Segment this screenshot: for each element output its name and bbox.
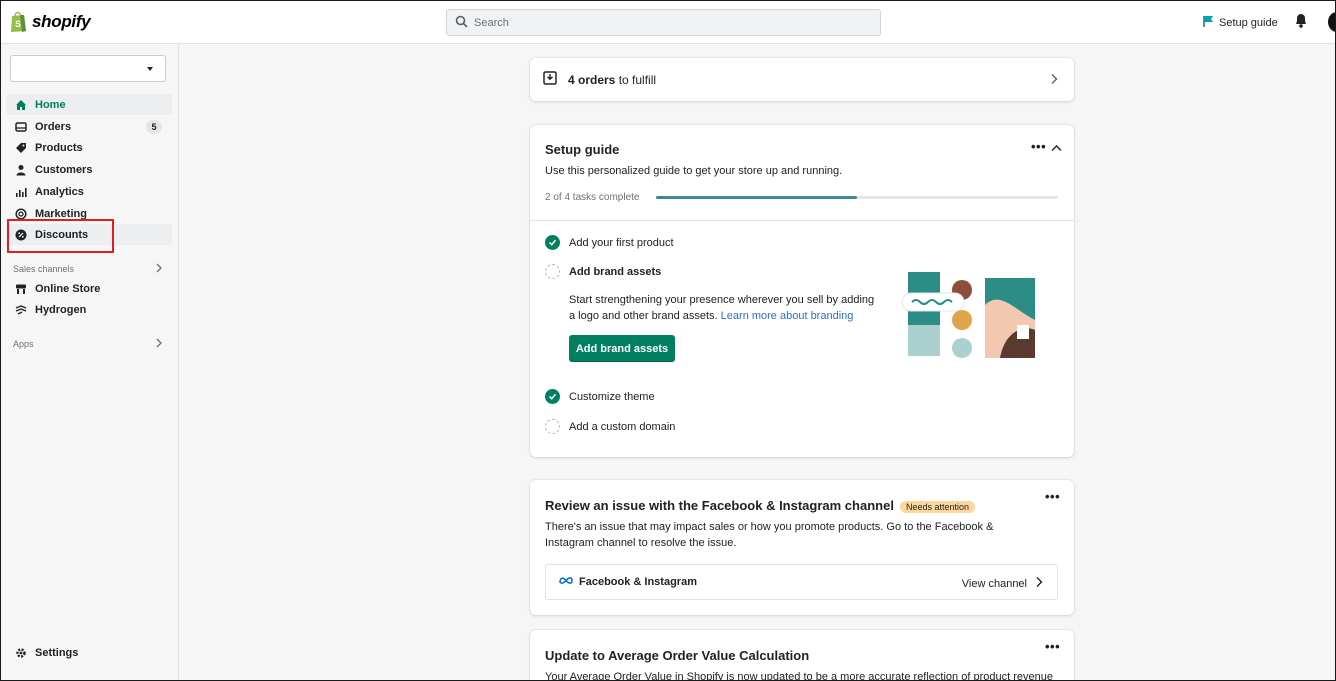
learn-more-branding-link[interactable]: Learn more about branding <box>721 310 854 322</box>
setup-guide-description: Use this personalized guide to get your … <box>545 165 843 177</box>
search-input[interactable]: Search <box>446 9 881 36</box>
tag-icon <box>15 142 27 154</box>
sidebar-item-label: Marketing <box>35 207 87 220</box>
dashed-circle-icon <box>545 419 560 434</box>
sidebar-item-label: Settings <box>35 646 79 659</box>
view-channel-link[interactable]: View channel <box>962 576 1043 591</box>
sidebar-item-hydrogen[interactable]: Hydrogen <box>6 299 172 320</box>
divider <box>530 220 1074 221</box>
progress-fill <box>656 196 857 199</box>
store-icon <box>15 283 27 295</box>
chevron-right-icon <box>155 263 163 275</box>
shopify-logo[interactable]: S shopify <box>10 11 91 33</box>
chevron-right-icon <box>155 338 163 350</box>
shopify-bag-icon: S <box>10 11 28 33</box>
sidebar-item-home[interactable]: Home <box>6 94 172 115</box>
task-add-brand-assets[interactable]: Add brand assets <box>545 264 661 279</box>
brand-assets-illustration <box>900 270 1045 358</box>
chevron-right-icon <box>1050 73 1058 88</box>
aov-title: Update to Average Order Value Calculatio… <box>545 648 810 663</box>
target-icon <box>15 207 27 220</box>
sales-channels-label: Sales channels <box>13 264 75 274</box>
orders-count-badge: 5 <box>146 120 162 134</box>
facebook-issue-title-text: Review an issue with the Facebook & Inst… <box>545 498 894 513</box>
sidebar-item-label: Home <box>35 98 66 111</box>
check-circle-icon <box>545 235 560 250</box>
facebook-issue-description: There's an issue that may impact sales o… <box>545 521 994 549</box>
sidebar-item-orders[interactable]: Orders 5 <box>6 116 172 137</box>
chevron-up-icon[interactable] <box>1051 143 1062 155</box>
sidebar-item-settings[interactable]: Settings <box>6 642 172 663</box>
channel-name: Facebook & Instagram <box>579 576 697 588</box>
more-actions-icon[interactable]: ••• <box>1045 489 1060 504</box>
sidebar-item-online-store[interactable]: Online Store <box>6 278 172 299</box>
bell-icon[interactable] <box>1294 13 1308 32</box>
sidebar-item-label: Products <box>35 141 83 154</box>
task-label: Add your first product <box>569 236 674 249</box>
svg-text:S: S <box>15 19 21 29</box>
task-label: Customize theme <box>569 390 655 403</box>
sidebar-item-label: Orders <box>35 120 72 133</box>
apps-header[interactable]: Apps <box>13 338 163 350</box>
progress-text: 2 of 4 tasks complete <box>545 192 640 203</box>
setup-guide-title: Setup guide <box>545 142 620 157</box>
task-label: Add a custom domain <box>569 420 676 433</box>
sidebar-item-products[interactable]: Products <box>6 137 172 158</box>
orders-icon <box>15 121 27 133</box>
flag-icon <box>1202 15 1214 30</box>
more-actions-icon[interactable]: ••• <box>1031 139 1046 154</box>
aov-update-card: ••• Update to Average Order Value Calcul… <box>530 630 1074 681</box>
download-icon <box>543 71 557 88</box>
sidebar: Home Orders 5 Products Customers Analyti… <box>0 44 179 681</box>
search-placeholder: Search <box>474 16 509 29</box>
more-actions-icon[interactable]: ••• <box>1045 639 1060 654</box>
hydrogen-icon <box>15 304 27 316</box>
apps-label: Apps <box>13 339 34 349</box>
sidebar-item-label: Online Store <box>35 282 101 295</box>
check-circle-icon <box>545 389 560 404</box>
aov-description: Your Average Order Value in Shopify is n… <box>545 671 1053 681</box>
logo-text: shopify <box>32 12 91 31</box>
avatar[interactable] <box>1328 12 1336 32</box>
setup-guide-label: Setup guide <box>1219 16 1278 29</box>
search-icon <box>455 15 468 31</box>
task-add-custom-domain[interactable]: Add a custom domain <box>545 419 675 434</box>
sidebar-item-label: Customers <box>35 163 93 176</box>
dashed-circle-icon <box>545 264 560 279</box>
sidebar-item-label: Analytics <box>35 185 84 198</box>
facebook-issue-card: ••• Review an issue with the Facebook & … <box>530 480 1074 615</box>
orders-suffix-text: to fulfill <box>618 72 657 87</box>
sales-channels-header[interactable]: Sales channels <box>13 263 163 275</box>
sidebar-item-label: Hydrogen <box>35 303 87 316</box>
view-channel-label: View channel <box>961 577 1027 590</box>
sidebar-item-analytics[interactable]: Analytics <box>6 181 172 202</box>
task-add-first-product[interactable]: Add your first product <box>545 235 674 250</box>
chevron-right-icon <box>1035 576 1043 591</box>
gear-icon <box>15 647 27 659</box>
person-icon <box>15 164 27 176</box>
facebook-channel-row[interactable]: Facebook & Instagram View channel <box>545 564 1058 600</box>
setup-guide-card: Setup guide ••• Use this personalized gu… <box>530 125 1074 457</box>
chevron-down-icon <box>147 67 153 71</box>
meta-icon <box>559 576 573 588</box>
store-selector[interactable] <box>10 55 166 82</box>
orders-to-fulfill-card[interactable]: 4 orders to fulfill <box>530 58 1074 101</box>
analytics-icon <box>15 186 27 198</box>
home-icon <box>15 99 27 111</box>
progress-bar <box>656 196 1058 199</box>
task-customize-theme[interactable]: Customize theme <box>545 389 655 404</box>
setup-guide-link[interactable]: Setup guide <box>1202 15 1278 30</box>
task-label: Add brand assets <box>569 265 662 278</box>
top-bar: S shopify Search Setup guide <box>0 0 1336 44</box>
discounts-highlight-box <box>7 219 114 253</box>
status-badge: Needs attention <box>899 500 975 513</box>
orders-count-text: 4 orders <box>568 72 616 87</box>
facebook-issue-title: Review an issue with the Facebook & Inst… <box>545 498 975 513</box>
add-brand-assets-button[interactable]: Add brand assets <box>569 335 675 362</box>
sidebar-item-customers[interactable]: Customers <box>6 159 172 180</box>
brand-assets-description: Start strengthening your presence wherev… <box>569 292 879 324</box>
